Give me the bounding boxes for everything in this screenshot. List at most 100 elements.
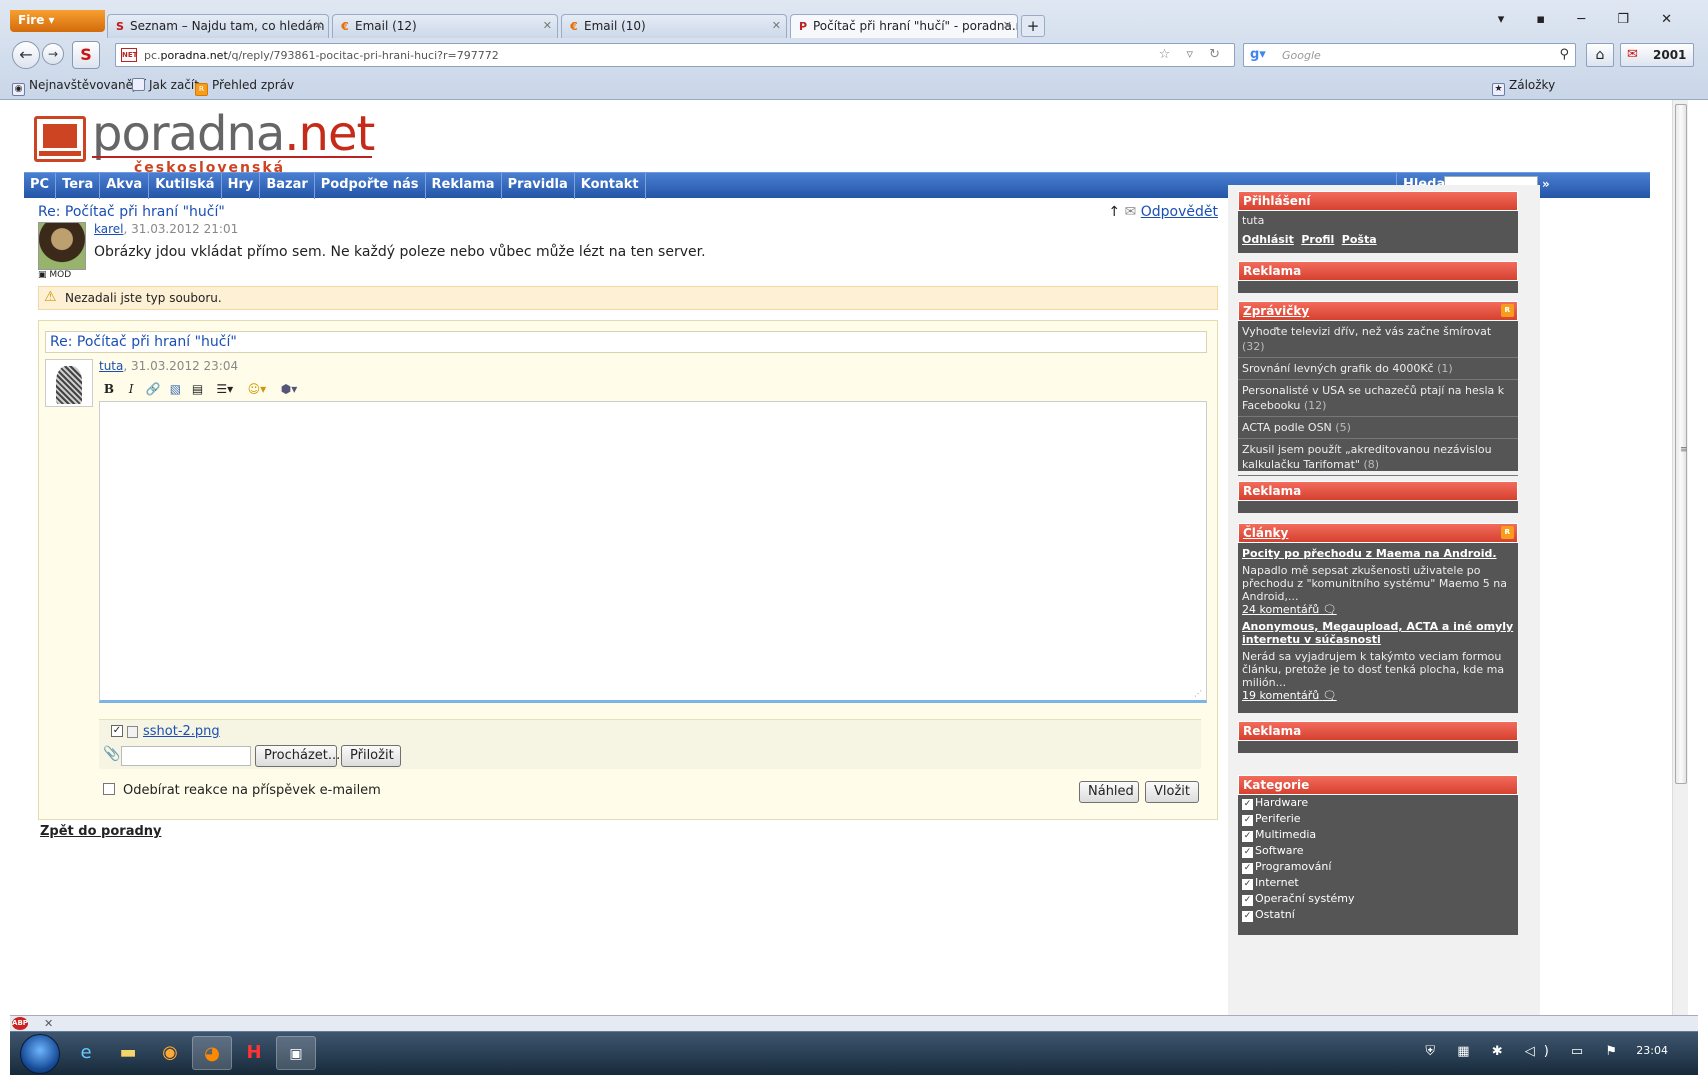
reply-link[interactable]: Odpovědět: [1141, 204, 1218, 220]
italic-icon[interactable]: I: [123, 381, 139, 397]
post-author-link[interactable]: karel: [94, 222, 123, 236]
attach-button[interactable]: Přiložit: [341, 745, 401, 767]
file-path-input[interactable]: [121, 746, 251, 766]
category-item[interactable]: ✓ Multimedia: [1238, 827, 1518, 843]
up-arrow-icon[interactable]: ↑: [1108, 204, 1120, 220]
start-button[interactable]: [20, 1034, 60, 1074]
news-item[interactable]: ACTA podle OSN (5): [1238, 417, 1518, 439]
close-tab-icon[interactable]: ✕: [772, 19, 781, 32]
news-header-link[interactable]: Zprávičky: [1243, 304, 1309, 318]
scrollbar-thumb[interactable]: ≡: [1675, 104, 1688, 784]
checkbox-icon[interactable]: ✓: [1242, 911, 1253, 922]
bookmark-star-icon[interactable]: ☆ ▿ ↻: [1159, 47, 1226, 62]
new-tab-button[interactable]: +: [1021, 15, 1045, 37]
news-item[interactable]: Vyhoďte televizi dřív, než vás začne šmí…: [1238, 321, 1518, 358]
category-item[interactable]: ✓ Hardware: [1238, 795, 1518, 811]
subscribe-checkbox[interactable]: [103, 783, 115, 795]
image-icon[interactable]: ▧: [167, 381, 183, 397]
bookmark-getting-started[interactable]: Jak začít: [132, 78, 199, 92]
bookmarks-menu[interactable]: ★ Záložky: [1492, 78, 1555, 96]
reply-textarea[interactable]: ⋰: [99, 401, 1207, 703]
menu-item-podporte[interactable]: Podpořte nás: [315, 173, 426, 199]
category-item[interactable]: ✓ Internet: [1238, 875, 1518, 891]
url-bar[interactable]: NET pc.poradna.net/q/reply/793861-pocita…: [115, 43, 1235, 67]
resize-handle-icon[interactable]: ⋰: [1194, 689, 1202, 698]
back-to-forum-link[interactable]: Zpět do poradny: [40, 824, 162, 839]
forward-arrow-icon[interactable]: →: [42, 43, 64, 65]
bookmark-most-visited[interactable]: ◉ Nejnavštěvovanější: [12, 78, 146, 96]
profile-link[interactable]: Profil: [1301, 233, 1334, 246]
news-item[interactable]: Personalisté v USA se uchazečů ptají na …: [1238, 380, 1518, 417]
avatar[interactable]: [38, 222, 86, 270]
firefox-menu-button[interactable]: Fire ▾: [10, 10, 105, 32]
menu-item-pc[interactable]: PC: [24, 173, 57, 199]
attachment-checkbox[interactable]: ✓: [111, 725, 123, 737]
preview-button[interactable]: Náhled: [1079, 781, 1139, 803]
news-item[interactable]: Zkusil jsem použít „akreditovanou nezávi…: [1238, 439, 1518, 476]
checkbox-icon[interactable]: ✓: [1242, 847, 1253, 858]
avast-icon[interactable]: ◉: [150, 1036, 190, 1070]
clock[interactable]: 23:04: [1636, 1044, 1668, 1057]
menu-item-hry[interactable]: Hry: [222, 173, 261, 199]
menu-item-bazar[interactable]: Bazar: [260, 173, 315, 199]
h-app-icon[interactable]: H: [234, 1036, 274, 1070]
browse-button[interactable]: Procházet...: [255, 745, 340, 767]
article-comments-link[interactable]: 24 komentářů 🗨: [1238, 603, 1518, 616]
checkbox-icon[interactable]: ✓: [1242, 799, 1253, 810]
menu-item-kutilska[interactable]: Kutilská: [149, 173, 222, 199]
close-tab-icon[interactable]: ✕: [543, 19, 552, 32]
mail-notifier-button[interactable]: ✉ 2001: [1620, 43, 1694, 67]
close-addon-bar-icon[interactable]: ✕: [44, 1017, 53, 1030]
mail-link[interactable]: Pošta: [1342, 233, 1377, 246]
quote-icon[interactable]: ▤: [190, 381, 206, 397]
category-item[interactable]: ✓ Ostatní: [1238, 907, 1518, 923]
search-icon[interactable]: ⚲: [1559, 47, 1569, 62]
terminal-icon[interactable]: ▣: [276, 1036, 316, 1070]
checkbox-icon[interactable]: ✓: [1242, 895, 1253, 906]
submit-button[interactable]: Vložit: [1145, 781, 1199, 803]
category-item[interactable]: ✓ Programování: [1238, 859, 1518, 875]
tab-email-12[interactable]: € Email (12) ✕: [332, 14, 558, 38]
tab-poradna-active[interactable]: P Počítač při hraní "hučí" - poradna.net…: [790, 14, 1018, 38]
menu-item-pravidla[interactable]: Pravidla: [502, 173, 575, 199]
page-scrollbar[interactable]: ≡: [1672, 100, 1688, 1015]
rss-icon[interactable]: ʀ: [1501, 526, 1514, 539]
logout-link[interactable]: Odhlásit: [1242, 233, 1294, 246]
site-search-go-button[interactable]: »: [1542, 177, 1550, 191]
tab-email-10[interactable]: € Email (10) ✕: [561, 14, 787, 38]
reply-title-input[interactable]: Re: Počítač při hraní "hučí": [45, 331, 1207, 353]
site-identity-icon[interactable]: NET: [121, 48, 137, 62]
close-tab-icon[interactable]: ✕: [1003, 19, 1012, 32]
menu-item-reklama[interactable]: Reklama: [426, 173, 502, 199]
google-icon[interactable]: g▾: [1250, 47, 1266, 62]
attachment-filename-link[interactable]: sshot-2.png: [143, 724, 220, 739]
category-item[interactable]: ✓ Software: [1238, 843, 1518, 859]
subscribe-option[interactable]: Odebírat reakce na příspěvek e-mailem: [103, 783, 381, 798]
category-item[interactable]: ✓ Operační systémy: [1238, 891, 1518, 907]
close-tab-icon[interactable]: ✕: [314, 19, 323, 32]
seznam-toolbar-icon[interactable]: S: [72, 41, 100, 69]
checkbox-icon[interactable]: ✓: [1242, 863, 1253, 874]
checkbox-icon[interactable]: ✓: [1242, 815, 1253, 826]
menu-item-kontakt[interactable]: Kontakt: [575, 173, 646, 199]
insert-dropdown-icon[interactable]: ⬢▾: [276, 381, 302, 397]
code-dropdown-icon[interactable]: ☰▾: [212, 381, 238, 397]
article-title-link[interactable]: Pocity po přechodu z Maema na Android.: [1238, 543, 1518, 560]
bold-icon[interactable]: B: [101, 381, 117, 397]
system-tray[interactable]: ⛨ ▦ ✱ ◁) ▭ ⚑: [1425, 1044, 1626, 1059]
link-icon[interactable]: 🔗: [145, 381, 161, 397]
smiley-dropdown-icon[interactable]: ☺▾: [244, 381, 270, 397]
checkbox-icon[interactable]: ✓: [1242, 879, 1253, 890]
article-comments-link[interactable]: 19 komentářů 🗨: [1238, 689, 1518, 702]
category-item[interactable]: ✓ Periferie: [1238, 811, 1518, 827]
bookmark-news-feed[interactable]: ʀ Přehled zpráv: [195, 78, 294, 96]
tab-seznam[interactable]: S Seznam – Najdu tam, co hledám ✕: [107, 14, 329, 38]
menu-item-tera[interactable]: Tera: [56, 173, 101, 199]
adblock-icon[interactable]: ABP: [12, 1017, 28, 1030]
news-item[interactable]: Srovnání levných grafik do 4000Kč (1): [1238, 358, 1518, 380]
home-icon[interactable]: ⌂: [1586, 43, 1614, 67]
site-logo[interactable]: poradna.net československá poradna: [34, 106, 375, 192]
window-controls[interactable]: ▾ ▪ ─ ❐ ✕: [1498, 12, 1686, 27]
folder-icon[interactable]: ▬: [108, 1036, 148, 1070]
articles-header-link[interactable]: Články: [1243, 526, 1288, 540]
